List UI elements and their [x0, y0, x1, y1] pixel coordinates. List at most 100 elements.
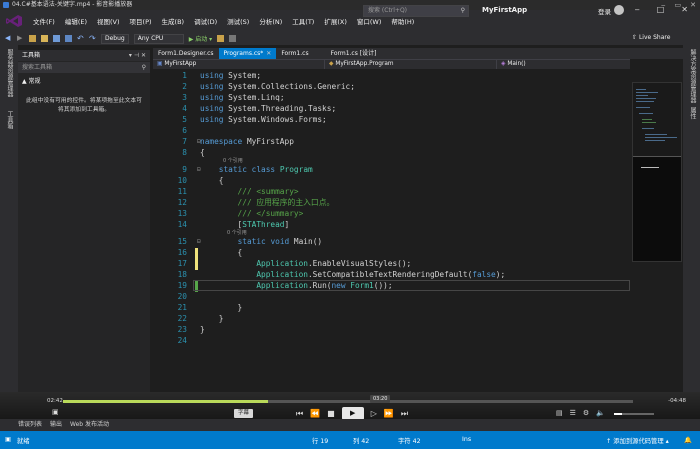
save-icon[interactable] [53, 35, 60, 42]
line-number: 15 [177, 237, 187, 246]
player-menu-icon[interactable]: ▣ [52, 408, 59, 416]
code-line[interactable]: 11 /// <summary> [153, 186, 630, 197]
menu-build[interactable]: 生成(B) [157, 16, 190, 26]
code-line[interactable]: 2 using System.Collections.Generic; [153, 81, 630, 92]
code-line[interactable]: 18 Application.SetCompatibleTextRenderin… [153, 269, 630, 280]
subtitle-button[interactable]: 字幕 [234, 409, 254, 418]
code-line[interactable]: 21 } [153, 302, 630, 313]
toolbox-search-input[interactable]: 搜索工具箱 ⚲ [18, 62, 150, 73]
seek-tooltip: 03:20 [370, 395, 391, 403]
code-line[interactable]: 6 [153, 125, 630, 136]
live-share-button[interactable]: ⇧ Live Share [632, 34, 670, 41]
code-line[interactable]: 3 using System.Linq; [153, 92, 630, 103]
screenshot-icon[interactable]: ▤ [556, 409, 563, 417]
toolbox-header-buttons[interactable]: ▾ ⊣ ✕ [129, 50, 146, 61]
code-line[interactable]: 23} [153, 324, 630, 335]
line-number: 18 [177, 270, 187, 279]
member-dropdown[interactable]: ◈ Main() [497, 60, 630, 69]
code-line[interactable]: 16 { [153, 247, 630, 258]
seek-bar[interactable]: 03:20 [63, 395, 633, 403]
login-link[interactable]: 登录 [598, 6, 611, 16]
stop-icon[interactable]: ■ [327, 409, 335, 418]
code-line[interactable]: 5 using System.Windows.Forms; [153, 114, 630, 125]
close-icon[interactable]: ✕ [266, 50, 271, 57]
fast-forward-icon[interactable]: ⏩ [384, 409, 394, 418]
class-dropdown[interactable]: ◆ MyFirstApp.Program [325, 60, 497, 69]
tab-web-publish[interactable]: Web 发布活动 [70, 419, 109, 431]
code-line[interactable]: 24 [153, 335, 630, 346]
tab-form1[interactable]: Form1.cs [276, 48, 313, 59]
toolbox-group-general[interactable]: ▲ 常规 [18, 74, 150, 87]
menu-analyze[interactable]: 分析(N) [254, 16, 287, 26]
server-explorer-tab[interactable]: 服务器资源管理器 [5, 49, 14, 97]
menu-extensions[interactable]: 扩展(X) [319, 16, 352, 26]
notification-icon[interactable]: 🔔 [684, 436, 692, 444]
menu-tools[interactable]: 工具(T) [287, 16, 319, 26]
menu-help[interactable]: 帮助(H) [386, 16, 419, 26]
code-line[interactable]: 9 ⊟ static class Program [153, 164, 630, 175]
volume-icon[interactable]: 🔈 [596, 409, 605, 417]
redo-icon[interactable]: ↷ [89, 35, 96, 43]
rewind-icon[interactable]: ⏪ [310, 409, 320, 418]
code-line[interactable]: 1 using System; [153, 70, 630, 81]
settings-icon[interactable]: ⚙ [583, 409, 589, 417]
status-insert-mode: Ins [462, 436, 472, 443]
toolbar-extra-icon[interactable] [217, 35, 225, 42]
avatar[interactable] [614, 5, 624, 15]
code-line[interactable]: 13 /// </summary> [153, 208, 630, 219]
undo-icon[interactable]: ↶ [77, 35, 84, 43]
code-line[interactable]: 10 { [153, 175, 630, 186]
minimize-button[interactable]: ‒ [635, 5, 640, 14]
code-text: [STAThread] [200, 220, 290, 229]
code-line[interactable]: 15 ⊟ static void Main() [153, 236, 630, 247]
previous-icon[interactable]: ⏮ [296, 409, 303, 419]
code-line[interactable]: 14 [STAThread] [153, 219, 630, 230]
code-text: } [200, 303, 243, 312]
menu-window[interactable]: 窗口(W) [352, 16, 387, 26]
code-line[interactable]: 4 using System.Threading.Tasks; [153, 103, 630, 114]
code-editor[interactable]: 1 using System; 2 using System.Collections.… [153, 70, 630, 418]
search-input[interactable]: 搜索 (Ctrl+Q) ⚲ [363, 5, 469, 17]
save-all-icon[interactable] [65, 35, 72, 42]
menu-edit[interactable]: 编辑(E) [60, 16, 92, 26]
maximize-button[interactable]: □ [657, 5, 665, 14]
tab-programs[interactable]: Programs.cs* ✕ [218, 48, 277, 59]
bookmark-icon[interactable] [229, 35, 237, 42]
toolbox-tab[interactable]: 工具箱 [5, 111, 14, 129]
menu-file[interactable]: 文件(F) [28, 16, 60, 26]
code-line[interactable]: 7 ⊟ namespace MyFirstApp [153, 136, 630, 147]
back-icon[interactable]: ◀ [5, 35, 12, 42]
solution-explorer-tab[interactable]: 解决方案资源管理器 [688, 49, 697, 103]
playlist-icon[interactable]: ☰ [570, 409, 576, 417]
close-button[interactable]: ✕ [681, 5, 688, 14]
code-line[interactable]: 12 /// 应用程序的主入口点。 [153, 197, 630, 208]
code-line[interactable]: 19 Application.Run(new Form1()); [153, 280, 630, 291]
tab-output[interactable]: 输出 [50, 419, 62, 431]
menu-view[interactable]: 视图(V) [92, 16, 125, 26]
start-button[interactable]: ▶ 启动 ▾ [189, 34, 212, 43]
player-close-button[interactable]: ✕ [690, 0, 696, 10]
tab-form1-design[interactable]: Form1.cs [设计] [326, 48, 382, 59]
code-line[interactable]: 20 [153, 291, 630, 302]
tab-form1-designer[interactable]: Form1.Designer.cs [153, 48, 219, 59]
search-icon: ⚲ [460, 7, 465, 14]
project-dropdown[interactable]: ▣ MyFirstApp [153, 60, 325, 69]
minimap[interactable] [632, 82, 682, 262]
solution-platform-select[interactable]: Any CPU [133, 33, 184, 44]
open-icon[interactable] [41, 35, 48, 42]
menu-project[interactable]: 项目(P) [125, 16, 157, 26]
volume-slider[interactable] [614, 413, 654, 415]
code-line[interactable]: 17 Application.EnableVisualStyles(); [153, 258, 630, 269]
menu-debug[interactable]: 调试(D) [189, 16, 222, 26]
new-project-icon[interactable] [29, 35, 36, 42]
step-forward-icon[interactable]: ▷ [371, 409, 377, 418]
code-line[interactable]: 8{ [153, 147, 630, 158]
tab-error-list[interactable]: 错误列表 [18, 419, 42, 431]
add-to-source-control-button[interactable]: ↑ 添加到源代码管理 ▴ [606, 436, 669, 445]
solution-configuration-select[interactable]: Debug [101, 33, 129, 44]
properties-tab[interactable]: 属性 [688, 107, 697, 119]
menu-test[interactable]: 测试(S) [222, 16, 254, 26]
next-icon[interactable]: ⏭ [401, 409, 408, 419]
code-line[interactable]: 22 } [153, 313, 630, 324]
forward-icon[interactable]: ▶ [17, 35, 24, 42]
